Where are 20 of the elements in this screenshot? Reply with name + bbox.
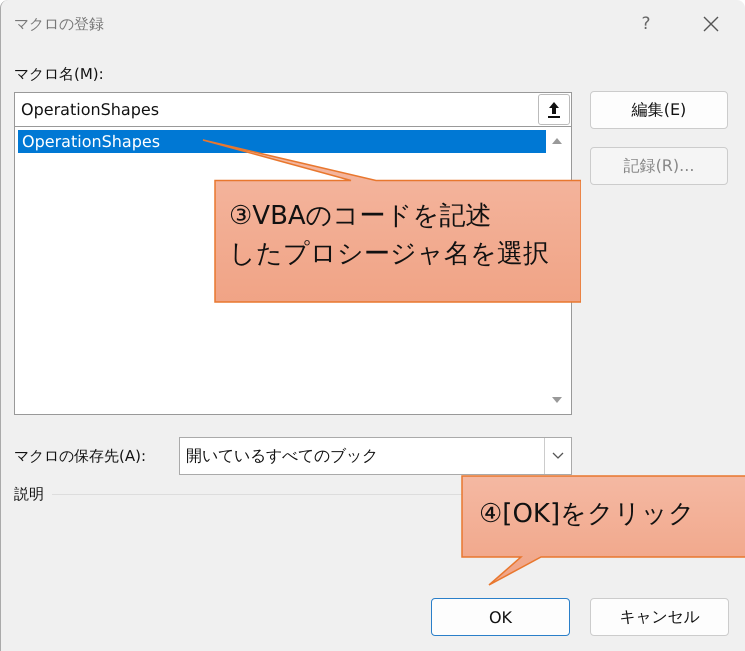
macro-name-field[interactable]: OperationShapes (14, 92, 572, 127)
callout-text: したプロシージャ名を選択 (229, 238, 549, 271)
cancel-button[interactable]: キャンセル (590, 598, 729, 636)
upload-button[interactable] (538, 94, 570, 125)
window-title: マクロの登録 (14, 14, 105, 34)
scroll-up-icon[interactable] (551, 136, 563, 146)
ok-button[interactable]: OK (431, 598, 570, 636)
close-icon (702, 15, 720, 33)
up-arrow-icon (547, 100, 561, 118)
macro-list-item[interactable]: OperationShapes (18, 130, 546, 153)
callout-text: ④[OK]をクリック (479, 498, 696, 531)
side-button[interactable]: 編集(E) (590, 91, 728, 129)
store-label: マクロの保存先(A): (14, 446, 148, 466)
scroll-down-icon[interactable] (551, 395, 563, 405)
callout-text: ③VBAのコードを記述 (229, 200, 492, 233)
chevron-down-icon (551, 451, 565, 461)
macro-name-label: マクロ名(M): (14, 64, 105, 85)
help-button[interactable]: ? (631, 13, 661, 35)
description-label: 説明 (14, 485, 44, 504)
store-dropdown[interactable]: 開いているすべてのブック (179, 437, 572, 475)
